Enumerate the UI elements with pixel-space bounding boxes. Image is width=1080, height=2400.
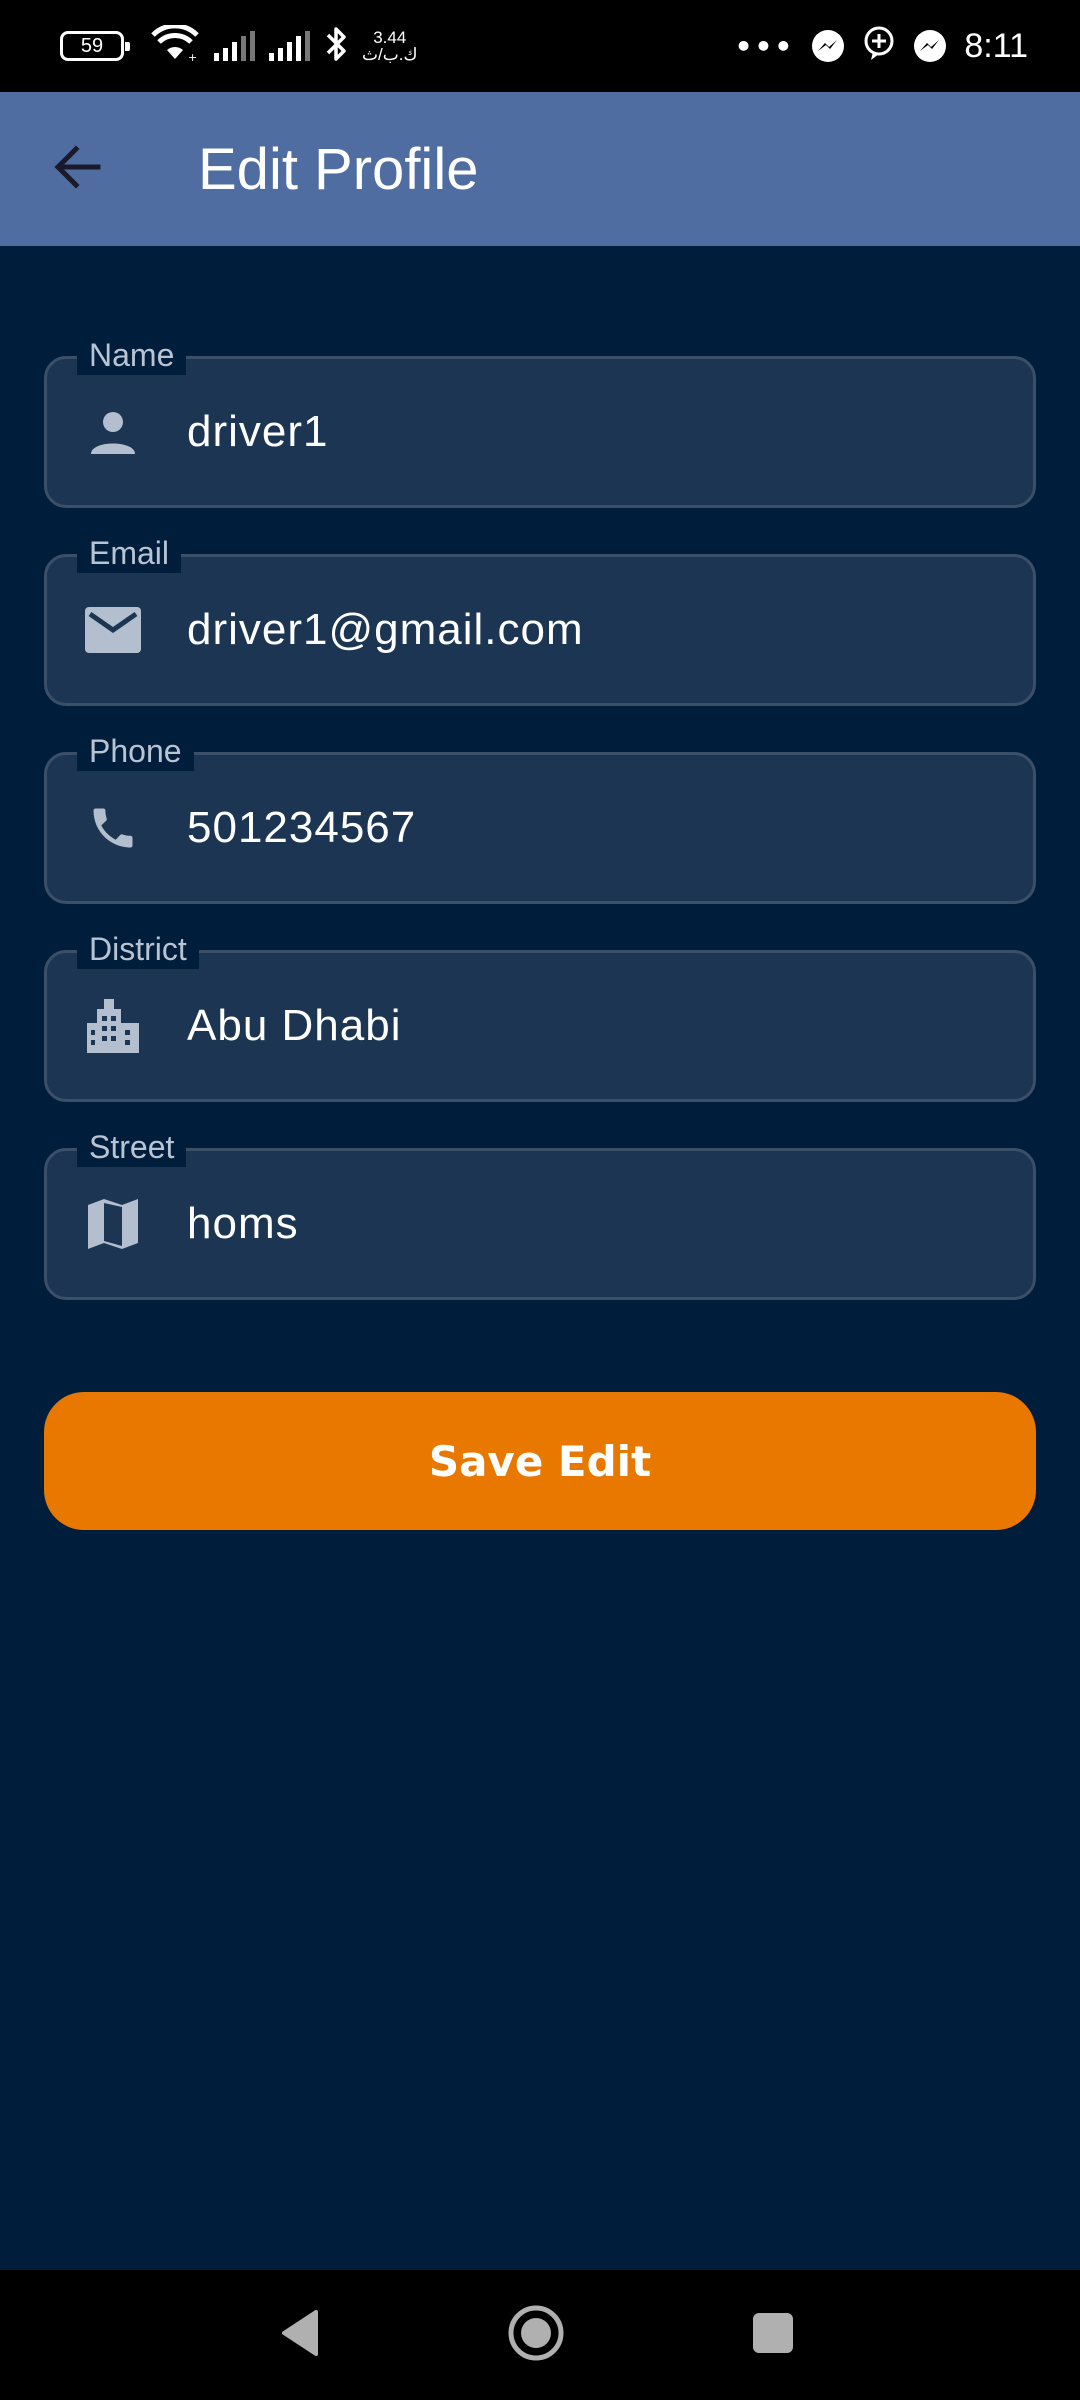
district-input[interactable]: Abu Dhabi [187,953,1007,1099]
mail-icon [83,600,143,660]
save-edit-button[interactable]: Save Edit [44,1392,1036,1530]
district-label: District [77,929,199,969]
person-icon [83,402,143,462]
map-icon [83,1194,143,1254]
system-nav-bar [0,2270,1080,2400]
phone-icon [83,798,143,858]
building-icon [83,996,143,1056]
status-bar: 59 + 3.44 ك.ب/ث ••• 8:11 [0,0,1080,92]
name-label: Name [77,335,187,375]
triangle-back-icon [276,2308,326,2362]
phone-input[interactable]: 501234567 [187,755,1007,901]
app-bar: Edit Profile [0,92,1080,246]
phone-field[interactable]: Phone 501234567 [44,731,1036,904]
battery-icon: 59 [60,31,130,61]
battery-level: 59 [80,34,104,57]
page-title: Edit Profile [198,136,479,202]
messenger-icon [812,30,845,62]
signal-icon-2 [269,31,310,61]
email-input[interactable]: driver1@gmail.com [187,557,1007,703]
street-field[interactable]: Street homs [44,1127,1036,1300]
back-button[interactable] [44,136,110,202]
street-input[interactable]: homs [187,1151,1007,1297]
status-left: 59 + 3.44 ك.ب/ث [60,0,417,92]
status-right: ••• 8:11 [735,0,1028,92]
edit-profile-form: Name driver1 Email driver1@gmail.com Pho… [44,335,1036,1346]
signal-icon-1 [214,31,255,61]
arrow-back-icon [52,145,102,193]
nav-back-button[interactable] [264,2298,338,2372]
wifi-icon: + [150,23,200,67]
street-label: Street [77,1127,187,1167]
more-notifications-icon: ••• [734,29,795,63]
network-speed: 3.44 ك.ب/ث [362,28,418,64]
phone-label: Phone [77,731,194,771]
messenger-icon-2 [914,30,947,62]
chat-add-icon [862,25,896,67]
email-label: Email [77,533,182,573]
home-circle-icon [506,2303,566,2367]
bluetooth-icon [324,24,348,68]
nav-recents-button[interactable] [736,2298,810,2372]
email-field[interactable]: Email driver1@gmail.com [44,533,1036,706]
district-field[interactable]: District Abu Dhabi [44,929,1036,1102]
svg-text:+: + [188,51,197,63]
name-input[interactable]: driver1 [187,359,1007,505]
square-recents-icon [751,2311,795,2359]
nav-home-button[interactable] [499,2298,573,2372]
clock: 8:11 [964,26,1028,65]
name-field[interactable]: Name driver1 [44,335,1036,508]
